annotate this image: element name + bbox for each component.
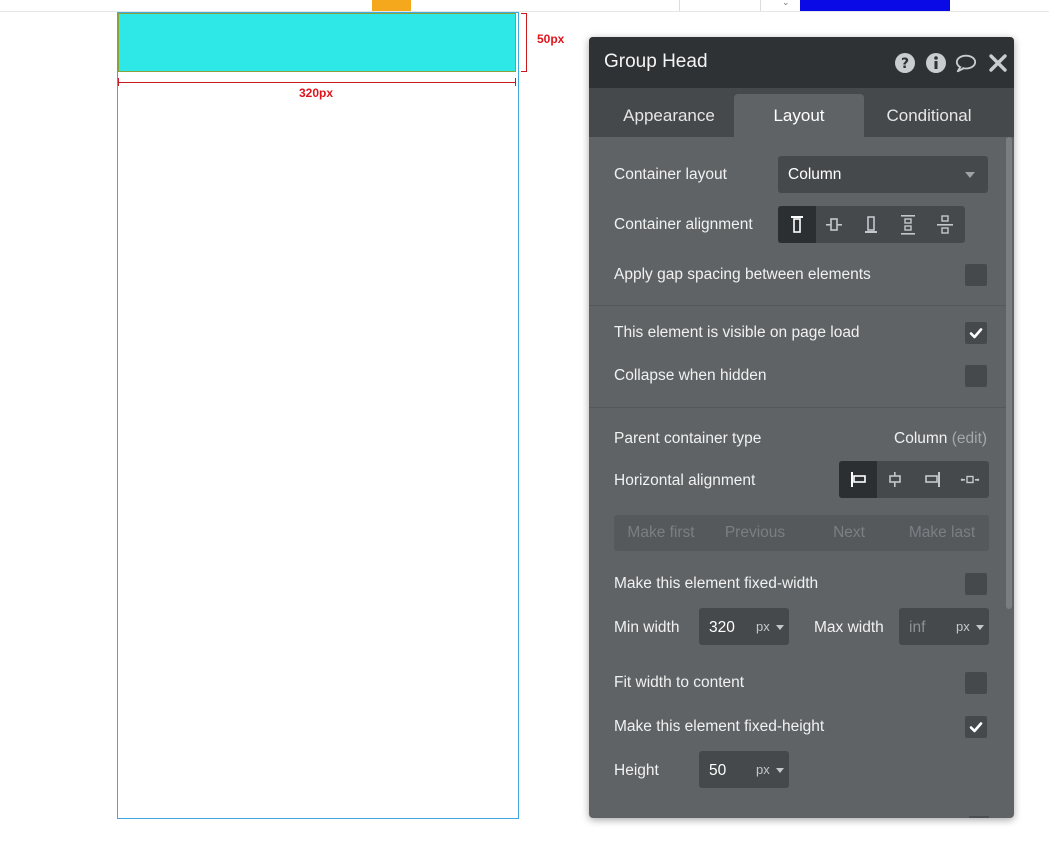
container-alignment-label: Container alignment [614,216,753,233]
panel-title: Group Head [604,51,708,72]
fixed-height-checkbox[interactable] [965,716,987,738]
chevron-down-icon [776,625,784,630]
toolbar-divider [760,0,761,11]
toolbar-arrow-icon[interactable]: ⌄ [782,0,790,8]
height-label: Height [614,762,659,779]
align-center-vertical-icon[interactable] [815,206,853,243]
fixed-width-label: Make this element fixed-width [614,575,819,592]
make-first-button[interactable]: Make first [614,515,708,551]
tab-conditional[interactable]: Conditional [864,94,994,137]
collapse-hidden-label: Collapse when hidden [614,367,767,384]
min-width-input[interactable]: 320 px [699,608,789,645]
width-dimension-tick [515,78,516,86]
parent-container-type: Column [894,430,948,447]
make-last-button[interactable]: Make last [895,515,989,551]
max-width-input[interactable]: inf px [899,608,989,645]
align-right-icon[interactable] [914,461,952,498]
max-width-label: Max width [814,619,884,636]
parent-container-value: Column (edit) [894,430,987,448]
chevron-down-icon [776,768,784,773]
align-left-icon[interactable] [839,461,877,498]
chevron-down-icon [965,172,975,178]
close-icon[interactable] [987,52,1009,74]
next-button[interactable]: Next [802,515,896,551]
property-editor-panel: Group Head ? Appearance Layout Condition… [589,37,1014,818]
horizontal-alignment-group [839,461,989,498]
group-head-element[interactable] [118,13,516,72]
visible-on-load-label: This element is visible on page load [614,324,860,341]
section-divider [589,407,1007,408]
panel-header[interactable]: Group Head ? [589,37,1014,88]
distribute-center-icon[interactable] [926,206,964,243]
container-layout-label: Container layout [614,166,727,183]
checkmark-icon [969,722,983,733]
fixed-height-label: Make this element fixed-height [614,718,825,735]
align-center-horizontal-icon[interactable] [876,461,914,498]
max-width-placeholder: inf [909,619,926,636]
info-icon[interactable] [925,52,947,74]
align-bottom-icon[interactable] [852,206,890,243]
container-layout-value: Column [788,166,842,183]
panel-scrollbar[interactable] [1006,137,1012,609]
container-alignment-group [778,206,965,243]
panel-tabs: Appearance Layout Conditional [589,88,1014,137]
container-layout-dropdown[interactable]: Column [778,156,988,193]
panel-bottom-edge [969,816,989,818]
help-icon[interactable]: ? [894,52,916,74]
svg-text:?: ? [901,56,909,72]
gap-spacing-label: Apply gap spacing between elements [614,266,871,283]
height-value: 50 [709,762,727,779]
align-top-icon[interactable] [778,206,816,243]
fixed-width-checkbox[interactable] [965,573,987,595]
fit-width-label: Fit width to content [614,674,745,691]
min-width-label: Min width [614,619,680,636]
align-stretch-icon[interactable] [951,461,989,498]
min-width-value: 320 [709,619,735,636]
checkmark-icon [969,328,983,339]
tab-layout[interactable]: Layout [734,94,864,137]
parent-container-edit-link[interactable]: (edit) [952,430,987,447]
top-toolbar-highlight[interactable] [372,0,411,11]
width-dimension-label: 320px [299,86,334,100]
parent-container-label: Parent container type [614,430,762,447]
element-order-bar: Make first Previous Next Make last [614,515,989,551]
previous-button[interactable]: Previous [708,515,802,551]
section-divider [589,305,1007,306]
chevron-down-icon [976,625,984,630]
height-dimension-label: 50px [537,32,565,46]
height-unit-select[interactable]: px [756,762,770,777]
height-input[interactable]: 50 px [699,751,789,788]
gap-spacing-checkbox[interactable] [965,264,987,286]
height-dimension-tick [521,71,527,72]
tab-appearance[interactable]: Appearance [604,94,734,137]
page-canvas[interactable] [117,12,519,819]
visible-on-load-checkbox[interactable] [965,322,987,344]
toolbar-blue-button[interactable] [800,0,950,11]
fit-width-checkbox[interactable] [965,672,987,694]
height-dimension-line [526,13,527,72]
comment-icon[interactable] [955,52,977,74]
max-width-unit-select[interactable]: px [956,619,970,634]
distribute-spread-icon[interactable] [889,206,927,243]
width-dimension-line [118,82,516,83]
horizontal-alignment-label: Horizontal alignment [614,472,756,489]
toolbar-divider [679,0,680,11]
collapse-hidden-checkbox[interactable] [965,365,987,387]
min-width-unit-select[interactable]: px [756,619,770,634]
